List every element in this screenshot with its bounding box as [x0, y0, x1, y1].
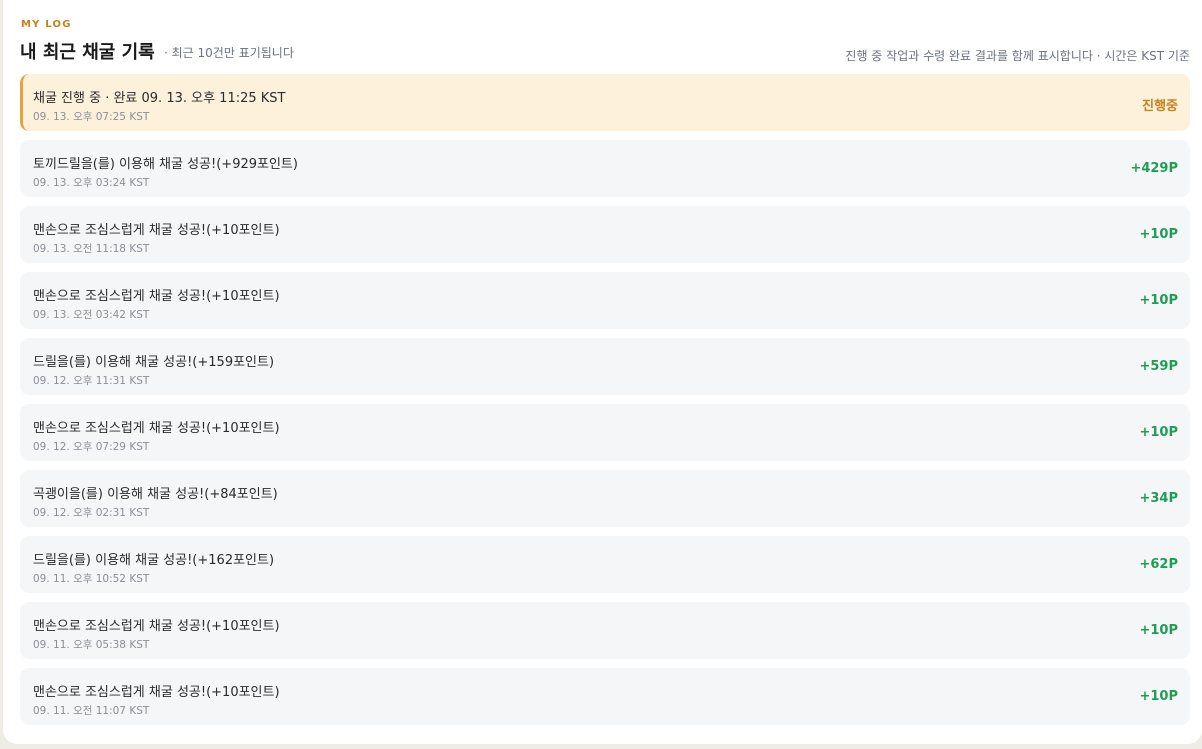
log-row-time: 09. 11. 오후 05:38 KST [33, 639, 150, 651]
log-row-time: 09. 12. 오후 02:31 KST [33, 507, 150, 519]
status-badge: 진행중 [1142, 99, 1178, 114]
header-note: 진행 중 작업과 수령 완료 결과를 함께 표시합니다 · 시간은 KST 기준 [845, 49, 1190, 63]
log-row[interactable]: 맨손으로 조심스럽게 채굴 성공!(+10포인트) 09. 13. 오전 03:… [20, 272, 1190, 329]
log-row[interactable]: 맨손으로 조심스럽게 채굴 성공!(+10포인트) 09. 12. 오후 07:… [20, 404, 1190, 461]
log-row-time: 09. 13. 오전 03:42 KST [33, 309, 150, 321]
log-row-in-progress[interactable]: 채굴 진행 중 · 완료 09. 13. 오후 11:25 KST 09. 13… [20, 74, 1190, 131]
log-row[interactable]: 맨손으로 조심스럽게 채굴 성공!(+10포인트) 09. 11. 오전 11:… [20, 668, 1190, 725]
log-row-points: +429P [1130, 161, 1178, 176]
log-row-text: 드릴을(를) 이용해 채굴 성공!(+162포인트) [33, 553, 275, 568]
log-row-points: +10P [1139, 623, 1178, 638]
page-subtitle: · 최근 10건만 표기됩니다 [164, 46, 294, 60]
log-row-points: +10P [1139, 689, 1178, 704]
log-row-text: 맨손으로 조심스럽게 채굴 성공!(+10포인트) [33, 685, 280, 700]
log-row-text: 토끼드릴을(를) 이용해 채굴 성공!(+929포인트) [33, 157, 298, 172]
log-row-points: +62P [1139, 557, 1178, 572]
log-row-text: 곡괭이을(를) 이용해 채굴 성공!(+84포인트) [33, 487, 278, 502]
log-row[interactable]: 토끼드릴을(를) 이용해 채굴 성공!(+929포인트) 09. 13. 오후 … [20, 140, 1190, 197]
log-row-points: +59P [1139, 359, 1178, 374]
log-row-time: 09. 13. 오전 11:18 KST [33, 243, 150, 255]
section-eyebrow: MY LOG [21, 19, 72, 30]
log-row-text: 맨손으로 조심스럽게 채굴 성공!(+10포인트) [33, 421, 280, 436]
log-row-time: 09. 13. 오후 07:25 KST [33, 111, 150, 123]
log-row-text: 맨손으로 조심스럽게 채굴 성공!(+10포인트) [33, 289, 280, 304]
mining-log-card: MY LOG 내 최근 채굴 기록 · 최근 10건만 표기됩니다 진행 중 작… [3, 0, 1202, 744]
log-row[interactable]: 맨손으로 조심스럽게 채굴 성공!(+10포인트) 09. 13. 오전 11:… [20, 206, 1190, 263]
log-row[interactable]: 맨손으로 조심스럽게 채굴 성공!(+10포인트) 09. 11. 오후 05:… [20, 602, 1190, 659]
log-row-points: +10P [1139, 227, 1178, 242]
log-row[interactable]: 드릴을(를) 이용해 채굴 성공!(+159포인트) 09. 12. 오후 11… [20, 338, 1190, 395]
log-row-text: 맨손으로 조심스럽게 채굴 성공!(+10포인트) [33, 223, 280, 238]
log-row-points: +34P [1139, 491, 1178, 506]
log-row-points: +10P [1139, 293, 1178, 308]
log-row-time: 09. 11. 오후 10:52 KST [33, 573, 150, 585]
log-row-time: 09. 13. 오후 03:24 KST [33, 177, 150, 189]
log-row[interactable]: 드릴을(를) 이용해 채굴 성공!(+162포인트) 09. 11. 오후 10… [20, 536, 1190, 593]
log-row-text: 맨손으로 조심스럽게 채굴 성공!(+10포인트) [33, 619, 280, 634]
log-row-text: 채굴 진행 중 · 완료 09. 13. 오후 11:25 KST [33, 91, 286, 106]
page-title: 내 최근 채굴 기록 [20, 42, 155, 63]
log-row-text: 드릴을(를) 이용해 채굴 성공!(+159포인트) [33, 355, 275, 370]
log-row[interactable]: 곡괭이을(를) 이용해 채굴 성공!(+84포인트) 09. 12. 오후 02… [20, 470, 1190, 527]
log-row-points: +10P [1139, 425, 1178, 440]
log-row-time: 09. 11. 오전 11:07 KST [33, 705, 150, 717]
mining-log-list: 채굴 진행 중 · 완료 09. 13. 오후 11:25 KST 09. 13… [20, 74, 1190, 734]
log-row-time: 09. 12. 오후 11:31 KST [33, 375, 150, 387]
log-row-time: 09. 12. 오후 07:29 KST [33, 441, 150, 453]
